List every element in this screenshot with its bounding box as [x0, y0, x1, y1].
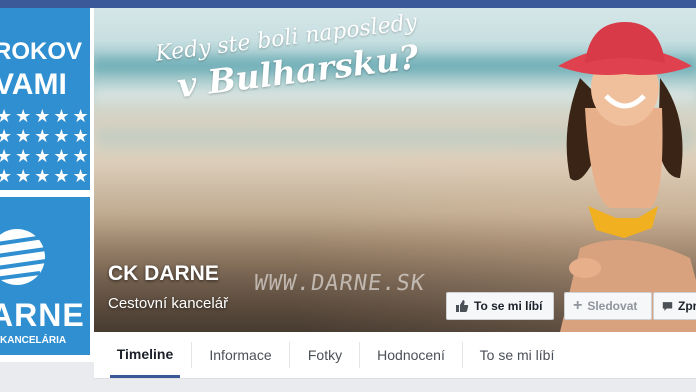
globe-logo-icon [0, 229, 47, 285]
stars-rating-graphic: ★★★★★ ★★★★★ ★★★★★ ★★★★★ [0, 106, 90, 186]
tab-divider [462, 342, 463, 368]
tab-hodnoceni[interactable]: Hodnocení [366, 332, 456, 378]
message-icon [662, 301, 673, 311]
stars-row: ★★★★★ [0, 146, 90, 166]
top-navigation-bar [0, 0, 696, 8]
stars-row: ★★★★★ [0, 126, 90, 146]
profile-brand-name: ARNE [0, 297, 85, 333]
tab-divider [191, 342, 192, 368]
thumbs-up-icon [456, 300, 469, 312]
like-button[interactable]: To se mi líbí [446, 292, 554, 320]
like-button-label: To se mi líbí [474, 299, 543, 313]
profile-picture-banner: ROKOV VAMI ★★★★★ ★★★★★ ★★★★★ ★★★★★ [0, 8, 90, 190]
profile-picture[interactable]: ROKOV VAMI ★★★★★ ★★★★★ ★★★★★ ★★★★★ ARNE … [0, 8, 94, 362]
tab-divider [359, 342, 360, 368]
tab-likes[interactable]: To se mi líbí [472, 332, 562, 378]
tab-timeline[interactable]: Timeline [110, 332, 180, 378]
profile-text-line2: VAMI [0, 68, 67, 101]
profile-picture-logo: ARNE Á KANCELÁRIA [0, 194, 90, 355]
page-title[interactable]: CK DARNE [108, 262, 219, 286]
cover-watermark: WWW.DARNE.SK [252, 271, 427, 296]
profile-brand-subtitle: Á KANCELÁRIA [0, 335, 67, 346]
page-category[interactable]: Cestovní kancelář [108, 295, 228, 312]
tab-informace[interactable]: Informace [198, 332, 283, 378]
follow-button-label: Sledovat [587, 299, 638, 313]
profile-text-line1: ROKOV [0, 38, 83, 65]
stars-row: ★★★★★ [0, 106, 90, 126]
plus-icon: + [573, 297, 583, 314]
message-button-label: Zprá [677, 299, 696, 313]
page-tabs: Timeline Informace Fotky Hodnocení To se… [94, 332, 696, 379]
tab-fotky[interactable]: Fotky [296, 332, 354, 378]
message-button[interactable]: Zprá [653, 292, 696, 320]
stars-row: ★★★★★ [0, 166, 90, 186]
follow-button[interactable]: + Sledovat [564, 292, 652, 320]
girl-with-red-hat-image [558, 22, 696, 332]
tab-divider [289, 342, 290, 368]
